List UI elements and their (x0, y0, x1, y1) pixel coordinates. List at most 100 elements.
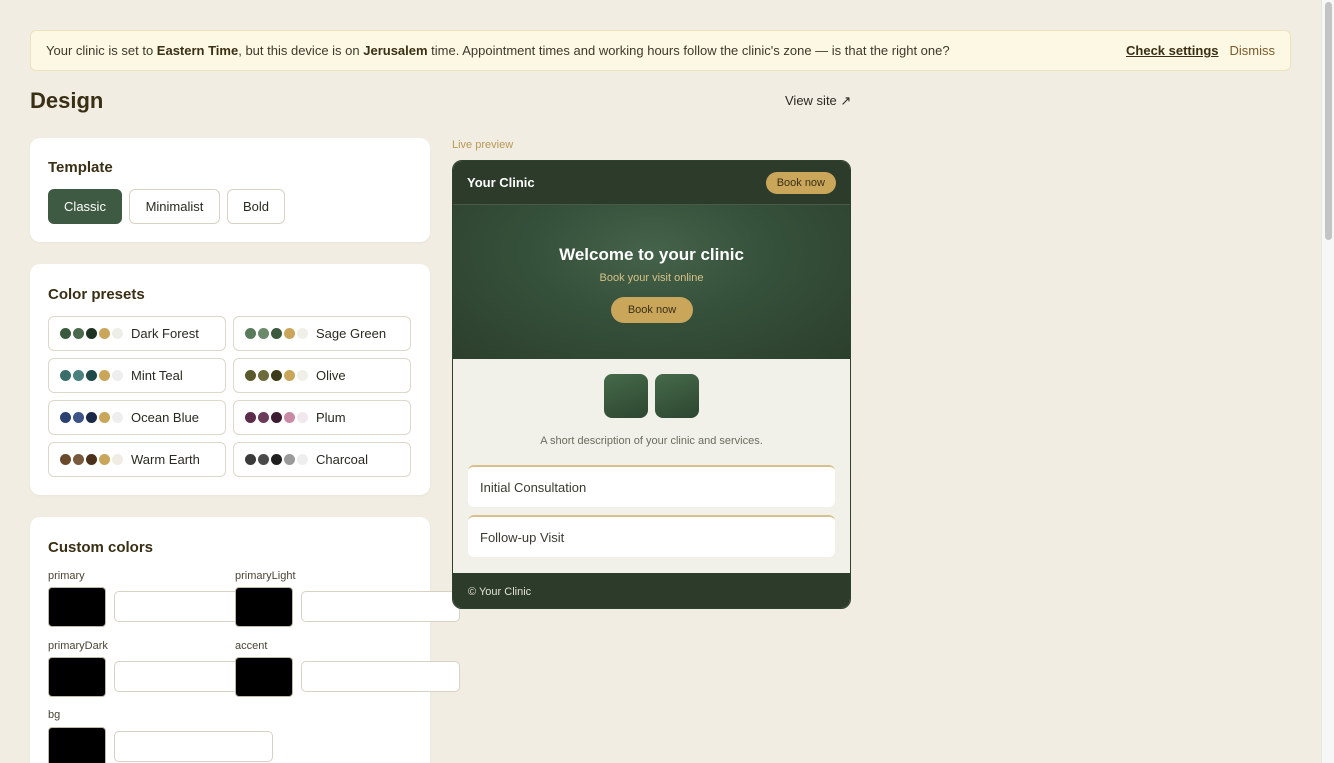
preset-label: Ocean Blue (131, 410, 199, 425)
custom-colors-card: Custom colors primary primaryLight prima… (30, 517, 460, 763)
color-dot (73, 412, 84, 423)
preview-description: A short description of your clinic and s… (540, 435, 763, 447)
preset-color-dots (245, 328, 308, 339)
bg-swatch[interactable] (48, 727, 106, 763)
preset-charcoal[interactable]: Charcoal (233, 442, 411, 477)
color-dot (271, 370, 282, 381)
color-dot (245, 328, 256, 339)
scrollbar-thumb[interactable] (1325, 2, 1332, 240)
template-bold-button[interactable]: Bold (227, 189, 285, 224)
color-dot (271, 412, 282, 423)
color-dot (73, 454, 84, 465)
design-page: Your clinic is set to Eastern Time, but … (0, 0, 1321, 763)
clinic-zone: Eastern Time (156, 43, 239, 58)
preset-dark-forest[interactable]: Dark Forest (48, 316, 226, 351)
primary-label: primary (48, 570, 85, 582)
page-title: Design (30, 88, 104, 113)
color-dot (73, 328, 84, 339)
color-dot (284, 454, 295, 465)
color-dot (99, 412, 110, 423)
preview-hero-title: Welcome to your clinic (559, 245, 744, 264)
page-scrollbar[interactable] (1321, 0, 1334, 763)
color-dot (112, 454, 123, 465)
primary-light-label: primaryLight (235, 570, 296, 582)
preview-image-tile (604, 374, 648, 418)
preset-color-dots (60, 328, 123, 339)
color-dot (297, 412, 308, 423)
preview-hero-subtitle: Book your visit online (599, 272, 704, 284)
preset-label: Dark Forest (131, 326, 199, 341)
color-dot (245, 412, 256, 423)
color-dot (99, 370, 110, 381)
preset-color-dots (60, 412, 123, 423)
color-dot (245, 454, 256, 465)
color-dot (284, 328, 295, 339)
primary-dark-label: primaryDark (48, 640, 108, 652)
color-dot (258, 370, 269, 381)
template-card: Template Classic Minimalist Bold (30, 138, 430, 242)
preset-olive[interactable]: Olive (233, 358, 411, 393)
template-minimalist-button[interactable]: Minimalist (129, 189, 220, 224)
preset-color-dots (60, 454, 123, 465)
accent-label: accent (235, 640, 268, 652)
color-dot (258, 328, 269, 339)
color-dot (73, 370, 84, 381)
preset-label: Charcoal (316, 452, 369, 467)
preset-color-dots (60, 370, 123, 381)
banner-message: Your clinic is set to Eastern Time, but … (46, 43, 950, 58)
color-dot (86, 370, 97, 381)
color-dot (60, 454, 71, 465)
preset-color-dots (245, 412, 308, 423)
bg-hex-input[interactable] (114, 731, 273, 762)
banner-text-3: time. Appointment times and working hour… (427, 43, 950, 58)
color-dot (86, 412, 97, 423)
preset-color-dots (245, 370, 308, 381)
accent-swatch[interactable] (235, 657, 293, 697)
preset-warm-earth[interactable]: Warm Earth (48, 442, 226, 477)
primary-light-hex-input[interactable] (301, 591, 460, 622)
preset-label: Olive (316, 368, 346, 383)
template-heading: Template (48, 159, 113, 176)
color-dot (60, 328, 71, 339)
color-dot (86, 328, 97, 339)
primary-dark-swatch[interactable] (48, 657, 106, 697)
live-preview: Your Clinic Book now Welcome to your cli… (452, 160, 851, 609)
preset-label: Mint Teal (131, 368, 183, 383)
color-dot (297, 370, 308, 381)
color-dot (245, 370, 256, 381)
check-settings-link[interactable]: Check settings (1126, 43, 1218, 58)
color-presets-card: Color presets Dark Forest Sage Green Mint … (30, 264, 430, 495)
preview-footer: © Your Clinic (453, 573, 850, 608)
primary-swatch[interactable] (48, 587, 106, 627)
preview-nav-book-button: Book now (765, 171, 836, 194)
live-preview-label: Live preview (452, 139, 514, 151)
preset-plum[interactable]: Plum (233, 400, 411, 435)
custom-colors-heading: Custom colors (48, 539, 154, 556)
preset-sage-green[interactable]: Sage Green (233, 316, 411, 351)
timezone-banner: Your clinic is set to Eastern Time, but … (30, 30, 1291, 71)
preview-hero-book-button: Book now (611, 297, 693, 323)
preset-label: Plum (316, 410, 346, 425)
preset-label: Sage Green (316, 326, 387, 341)
color-dot (297, 328, 308, 339)
color-dot (258, 412, 269, 423)
color-dot (258, 454, 269, 465)
preview-service-card: Follow-up Visit (468, 515, 835, 557)
preset-color-dots (245, 454, 308, 465)
device-zone: Jerusalem (363, 43, 428, 58)
color-dot (60, 412, 71, 423)
color-dot (284, 370, 295, 381)
preset-label: Warm Earth (131, 452, 200, 467)
color-dot (99, 454, 110, 465)
dismiss-button[interactable]: Dismiss (1230, 43, 1276, 58)
preset-mint-teal[interactable]: Mint Teal (48, 358, 226, 393)
preset-ocean-blue[interactable]: Ocean Blue (48, 400, 226, 435)
primary-light-swatch[interactable] (235, 587, 293, 627)
view-site-link[interactable]: View site ↗ (785, 93, 851, 109)
template-classic-button[interactable]: Classic (48, 189, 122, 224)
color-dot (297, 454, 308, 465)
color-dot (112, 370, 123, 381)
color-presets-heading: Color presets (48, 286, 145, 303)
preview-service-card: Initial Consultation (468, 465, 835, 507)
accent-hex-input[interactable] (301, 661, 460, 692)
